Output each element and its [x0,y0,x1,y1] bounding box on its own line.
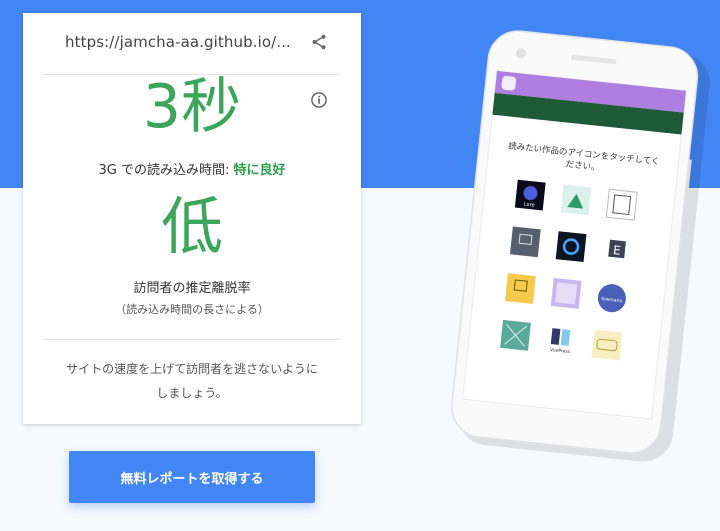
page-url: https://jamcha-aa.github.io/... [65,33,291,51]
info-icon[interactable] [310,91,328,109]
app-icon-plant[interactable] [560,184,592,216]
phone-mockup: 読みたい作品のアイコンをタッチしてく ださい。 Lore E fowmana V… [440,28,710,468]
speed-summary: 3G での読み込み時間: 特に良好 [23,159,361,178]
share-icon[interactable] [310,33,328,51]
app-label-e: E [612,243,621,258]
speed-rating: 特に良好 [233,163,286,178]
divider-bottom [43,339,340,340]
speed-report-card: https://jamcha-aa.github.io/... 3秒 3G での… [23,13,361,424]
app-icon-yellow[interactable] [505,273,536,304]
app-icon-purple-paper[interactable] [550,277,582,309]
get-free-report-button[interactable]: 無料レポートを取得する [69,451,315,503]
app-label-lore: Lore [524,201,535,208]
url-row: https://jamcha-aa.github.io/... [65,33,333,55]
bounce-rate-value: 低 [160,190,223,263]
advice-text: サイトの速度を上げて訪問者を逃さないように しましょう。 [61,357,323,405]
advice-line-1: サイトの速度を上げて訪問者を逃さないように [66,362,318,376]
app-icon-frame[interactable] [605,188,638,221]
speed-prefix: 3G での読み込み時間: [98,163,234,178]
app-icon-vuepress[interactable]: VuePress [545,324,577,356]
app-icon-letter-e[interactable]: E [601,236,633,267]
bounce-rate-note: （読み込み時間の長さによる） [115,303,269,316]
app-icon-teal-lines[interactable] [500,319,531,351]
app-icon-lore[interactable]: Lore [514,179,546,211]
bounce-rate-label: 訪問者の推定離脱率 [133,281,251,296]
app-icon-blue-swirl[interactable] [555,231,587,263]
app-icon-cream-sign[interactable] [591,329,623,361]
app-icon-grey-box[interactable] [509,226,541,258]
advice-line-2: しましょう。 [156,386,228,400]
